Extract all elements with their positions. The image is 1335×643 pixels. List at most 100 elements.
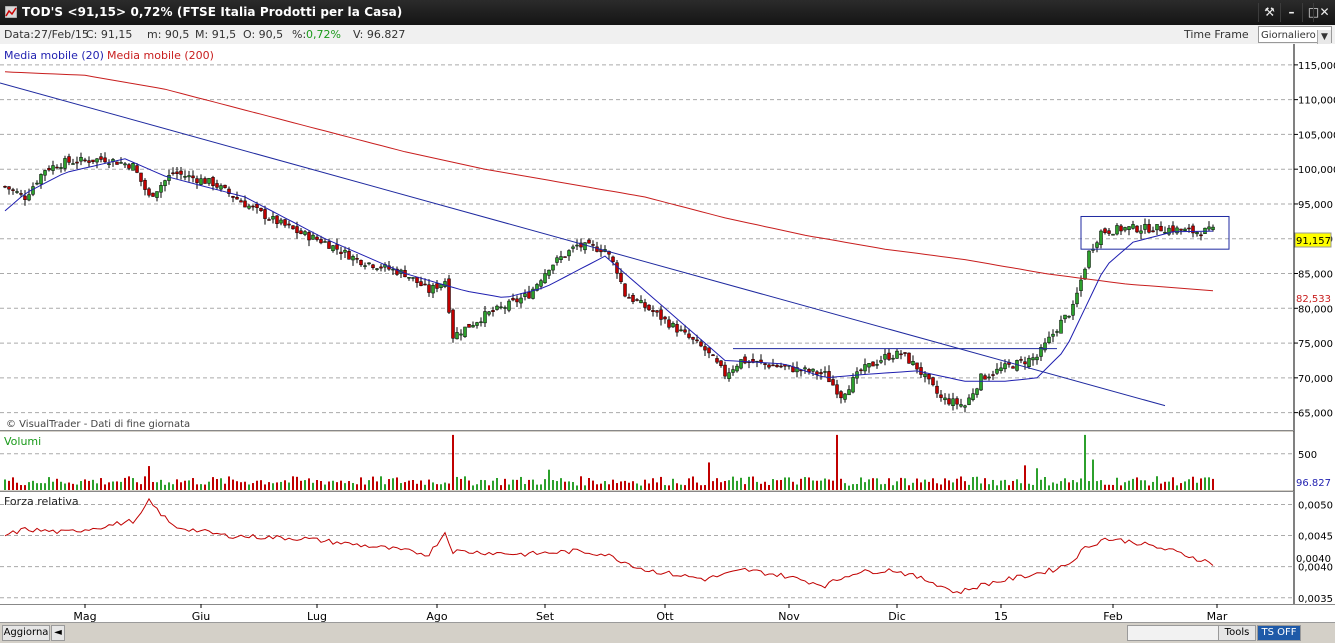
- volume-bar: [396, 477, 398, 490]
- tool-icon[interactable]: ⚒: [1258, 3, 1280, 22]
- volume-bar: [768, 484, 770, 490]
- tools-button[interactable]: Tools: [1218, 625, 1256, 641]
- chart-area[interactable]: 65,00070,00075,00080,00085,00090,00095,0…: [0, 44, 1335, 622]
- volume-bar: [980, 483, 982, 490]
- candle: [1087, 250, 1091, 270]
- volume-bar: [316, 480, 318, 490]
- volume-bar: [740, 477, 742, 490]
- volume-bar: [28, 482, 30, 490]
- scroll-left-icon[interactable]: ◄: [51, 625, 65, 641]
- y-axis-area: [1294, 44, 1335, 604]
- last-price-label: 91,157: [1296, 236, 1331, 247]
- volume-bar: [672, 478, 674, 490]
- volume-bar: [284, 480, 286, 490]
- volume-bar: [124, 477, 126, 490]
- volume-bar: [400, 483, 402, 490]
- volume-bar: [1180, 483, 1182, 490]
- volume-bar: [188, 480, 190, 490]
- minimize-icon[interactable]: –: [1280, 3, 1302, 22]
- volume-bar: [652, 478, 654, 490]
- volume-bar: [1212, 478, 1214, 490]
- volume-bar: [348, 481, 350, 490]
- x-tick-label: Giu: [192, 610, 211, 622]
- volume-bar: [616, 483, 618, 490]
- volume-bar: [1012, 480, 1014, 490]
- timeframe-select[interactable]: Giornaliero ▼: [1258, 26, 1332, 45]
- candle: [131, 162, 135, 171]
- volume-bar: [752, 476, 754, 490]
- volume-bar: [156, 482, 158, 490]
- candle: [623, 283, 627, 298]
- volume-bar: [1024, 465, 1026, 490]
- volume-bar: [708, 462, 710, 490]
- volume-bar: [328, 481, 330, 490]
- volume-bar: [720, 482, 722, 490]
- volume-bar: [460, 478, 462, 490]
- volume-bar: [1076, 482, 1078, 490]
- volume-bar: [772, 479, 774, 490]
- chevron-down-icon[interactable]: ▼: [1317, 30, 1331, 45]
- volume-bar: [612, 479, 614, 490]
- volume-bar: [956, 478, 958, 490]
- volume-bar: [1204, 477, 1206, 490]
- volume-bar: [76, 484, 78, 490]
- volume-bar: [960, 476, 962, 490]
- volume-bar: [988, 484, 990, 490]
- volume-bar: [776, 480, 778, 490]
- volume-bar: [1172, 477, 1174, 490]
- volume-bar: [48, 477, 50, 490]
- volume-bar: [1156, 476, 1158, 490]
- volume-bar: [680, 484, 682, 490]
- volume-bar: [1160, 483, 1162, 490]
- rs-panel-label: Forza relativa: [4, 495, 79, 508]
- x-tick-label: Nov: [778, 610, 800, 622]
- volume-bar: [844, 483, 846, 490]
- volume-bar: [360, 477, 362, 490]
- volume-bar: [436, 484, 438, 490]
- volume-bar: [828, 479, 830, 490]
- x-tick-label: Ago: [426, 610, 448, 622]
- candle: [291, 225, 295, 230]
- volume-bar: [892, 485, 894, 490]
- volume-bar: [1072, 480, 1074, 490]
- ts-toggle-button[interactable]: TS OFF: [1257, 625, 1301, 641]
- candle: [467, 323, 471, 328]
- volume-bar: [736, 480, 738, 490]
- info-bar: Data:27/Feb/15 C: 91,15 m: 90,5 M: 91,5 …: [0, 25, 1335, 45]
- volume-bar: [712, 481, 714, 490]
- volume-bar: [852, 484, 854, 490]
- volume-bar: [524, 483, 526, 490]
- volume-bar: [268, 482, 270, 490]
- max-readout: M: 91,5: [195, 28, 237, 41]
- refresh-button[interactable]: Aggiorna: [2, 625, 50, 641]
- volume-bar: [952, 482, 954, 490]
- volume-bar: [312, 482, 314, 490]
- horizontal-scrollbar[interactable]: [1127, 625, 1219, 641]
- y-tick-label: 0,0050: [1298, 500, 1333, 511]
- volume-bar: [1200, 478, 1202, 490]
- volume-bar: [1120, 485, 1122, 490]
- candle: [739, 359, 743, 370]
- volume-bar: [748, 476, 750, 490]
- volume-bar: [644, 479, 646, 490]
- volume-bar: [568, 481, 570, 490]
- volume-bar: [244, 481, 246, 490]
- volume-bar: [820, 480, 822, 490]
- close-icon[interactable]: ✕: [1313, 3, 1335, 22]
- volume-bar: [696, 482, 698, 490]
- volume-bar: [636, 483, 638, 490]
- volume-bar: [180, 482, 182, 490]
- watermark: © VisualTrader - Dati di fine giornata: [6, 419, 190, 430]
- volume-bar: [1108, 484, 1110, 490]
- volume-bar: [780, 479, 782, 490]
- volume-bar: [164, 484, 166, 490]
- volume-bar: [1112, 484, 1114, 490]
- x-tick-label: Mag: [73, 610, 96, 622]
- volume-bar: [408, 480, 410, 490]
- volume-bar: [660, 476, 662, 490]
- volume-bar: [112, 481, 114, 490]
- volume-bar: [256, 480, 258, 490]
- volume-bar: [384, 484, 386, 490]
- volume-bar: [228, 476, 230, 490]
- volume-bar: [936, 483, 938, 490]
